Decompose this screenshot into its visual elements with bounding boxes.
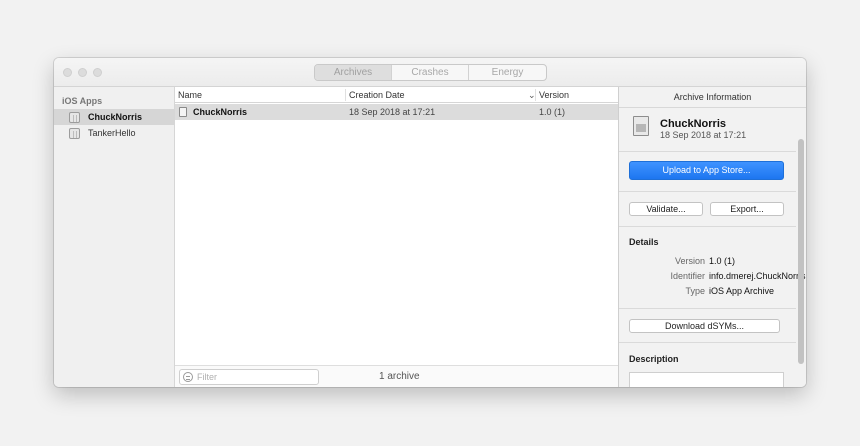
tab-energy[interactable]: Energy (469, 65, 546, 80)
archive-count: 1 archive (379, 371, 420, 382)
divider (619, 191, 796, 192)
organizer-window: Archives Crashes Energy iOS Apps ChuckNo… (54, 58, 806, 387)
sidebar-header: iOS Apps (62, 96, 103, 106)
column-divider[interactable] (345, 89, 346, 101)
column-header-version[interactable]: Version (539, 90, 569, 100)
filter-icon (183, 372, 193, 382)
divider (619, 308, 796, 309)
row-version: 1.0 (1) (539, 107, 566, 117)
column-header-name[interactable]: Name (178, 90, 202, 100)
app-icon (69, 111, 80, 123)
titlebar: Archives Crashes Energy (54, 58, 806, 87)
zoom-window-button[interactable] (93, 68, 102, 77)
list-header: Name Creation Date ⌄ Version (175, 87, 618, 103)
archive-list: Name Creation Date ⌄ Version ChuckNorris… (175, 87, 618, 387)
inspector-panel: Archive Information ChuckNorris 18 Sep 2… (618, 87, 806, 387)
download-dsyms-button[interactable]: Download dSYMs... (629, 319, 780, 333)
sidebar-item-chucknorris[interactable]: ChuckNorris (54, 109, 175, 125)
upload-to-app-store-button[interactable]: Upload to App Store... (629, 161, 784, 180)
version-label: Version (674, 256, 705, 266)
column-header-creation-date[interactable]: Creation Date (349, 90, 405, 100)
identifier-label: Identifier (670, 271, 705, 281)
sidebar-item-label: TankerHello (88, 128, 136, 138)
divider (619, 151, 796, 152)
row-creation-date: 18 Sep 2018 at 17:21 (349, 107, 436, 117)
sidebar: iOS Apps ChuckNorris TankerHello (54, 87, 175, 387)
filter-placeholder: Filter (197, 372, 217, 382)
type-label: Type (685, 286, 705, 296)
description-textarea[interactable] (629, 372, 784, 387)
inspector-title: Archive Information (619, 87, 806, 108)
app-icon (69, 127, 80, 139)
identifier-value: info.dmerej.ChuckNorris (709, 271, 806, 281)
row-name: ChuckNorris (193, 107, 248, 117)
divider (619, 226, 796, 227)
list-footer: Filter 1 archive (175, 365, 618, 387)
tab-archives[interactable]: Archives (315, 65, 392, 80)
archive-date: 18 Sep 2018 at 17:21 (660, 130, 747, 140)
sidebar-item-tankerhello[interactable]: TankerHello (54, 125, 175, 141)
details-title: Details (629, 237, 659, 247)
column-divider[interactable] (535, 89, 536, 101)
close-window-button[interactable] (63, 68, 72, 77)
export-button[interactable]: Export... (710, 202, 784, 216)
minimize-window-button[interactable] (78, 68, 87, 77)
archive-name: ChuckNorris (660, 118, 727, 130)
divider (619, 342, 796, 343)
filter-input[interactable]: Filter (179, 369, 319, 385)
inspector-scrollbar[interactable] (798, 139, 804, 364)
sidebar-item-label: ChuckNorris (88, 112, 143, 122)
tab-crashes[interactable]: Crashes (392, 65, 469, 80)
validate-button[interactable]: Validate... (629, 202, 703, 216)
archive-file-icon (179, 107, 187, 117)
description-title: Description (629, 354, 679, 364)
table-row[interactable]: ChuckNorris 18 Sep 2018 at 17:21 1.0 (1) (175, 104, 618, 120)
type-value: iOS App Archive (709, 286, 775, 296)
segmented-tab-control: Archives Crashes Energy (314, 64, 547, 81)
version-value: 1.0 (1) (709, 256, 736, 266)
archive-icon (633, 116, 649, 136)
